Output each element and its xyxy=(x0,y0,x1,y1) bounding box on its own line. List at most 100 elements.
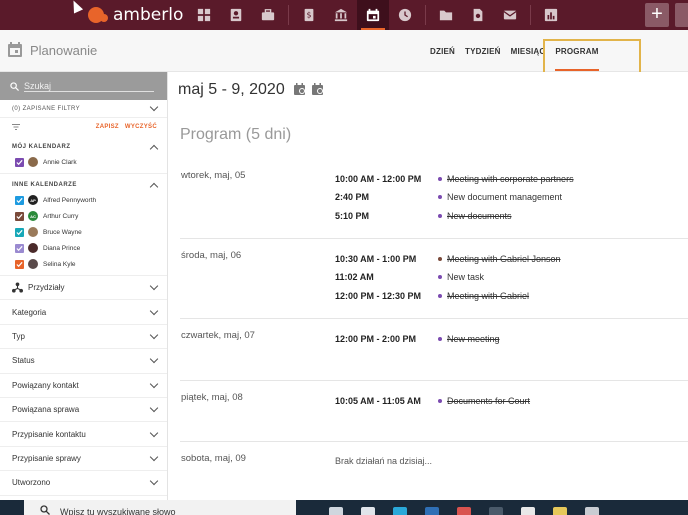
checkbox[interactable] xyxy=(15,195,24,205)
agenda-event[interactable]: 12:00 PM - 2:00 PM New meeting xyxy=(335,332,500,345)
filter-1[interactable]: Kategoria xyxy=(0,300,167,325)
day-block: sobota, maj, 09 Brak działań na dzisiaj..… xyxy=(180,441,688,500)
event-title: Meeting with Gabriel xyxy=(447,290,530,301)
day-block: wtorek, maj, 05 10:00 AM - 12:00 PM Meetin… xyxy=(180,162,688,238)
event-color-dot xyxy=(438,213,442,218)
create-new-button[interactable]: + xyxy=(645,3,669,27)
filter-3[interactable]: Status xyxy=(0,349,167,374)
start-button[interactable] xyxy=(0,500,20,515)
checkbox[interactable] xyxy=(15,227,24,237)
agenda-event[interactable]: 2:40 PM New document management xyxy=(335,191,562,204)
billing-icon[interactable]: $ xyxy=(293,0,325,30)
checkbox[interactable] xyxy=(15,243,24,253)
calendar-next-icon[interactable] xyxy=(312,83,324,95)
tab-day[interactable]: DZIEŃ xyxy=(430,47,455,56)
agenda-event[interactable]: 10:05 AM - 11:05 AM Documents for Court xyxy=(335,394,530,407)
avatar xyxy=(28,259,38,269)
tab-month[interactable]: MIESIĄC xyxy=(511,47,546,56)
clear-filters-button[interactable]: WYCZYŚĆ xyxy=(125,124,157,130)
event-time: 10:00 AM - 12:00 PM xyxy=(335,173,422,184)
save-filters-button[interactable]: ZAPISZ xyxy=(96,124,119,130)
filter-actions: ZAPISZ WYCZYŚĆ xyxy=(0,118,167,136)
day-block: piątek, maj, 08 10:05 AM - 11:05 AM Docume… xyxy=(180,380,688,441)
app-icon[interactable] xyxy=(576,500,608,515)
calendar-item[interactable]: Annie Clark xyxy=(0,154,167,170)
task-view-icon[interactable] xyxy=(320,500,352,515)
agenda-event[interactable]: 10:00 AM - 12:00 PM Meeting with corporat… xyxy=(335,172,574,185)
amberlo-logo[interactable]: amberlo xyxy=(88,5,183,25)
calendar-item[interactable]: AP Alfred Pennyworth xyxy=(0,192,167,208)
calendar-prev-icon[interactable] xyxy=(294,83,306,95)
agenda-event[interactable]: 10:30 AM - 1:00 PM Meeting with Gabriel J… xyxy=(335,252,561,265)
filter-0[interactable]: Przydziały xyxy=(0,276,167,301)
chevron-up-icon xyxy=(149,182,159,191)
taskbar-search[interactable]: Wpisz tu wyszukiwane słowo xyxy=(24,500,296,515)
taskbar-apps xyxy=(320,500,608,515)
saved-filters-label: (0) ZAPISANE FILTRY xyxy=(12,105,81,112)
contacts-icon[interactable] xyxy=(220,0,252,30)
calendar-item[interactable]: Bruce Wayne xyxy=(0,224,167,240)
reports-icon[interactable] xyxy=(535,0,567,30)
filter-5[interactable]: Powiązana sprawa xyxy=(0,398,167,423)
checkbox[interactable] xyxy=(15,157,24,167)
saved-filters-toggle[interactable]: (0) ZAPISANE FILTRY xyxy=(0,100,167,118)
event-color-dot xyxy=(438,293,442,298)
edge-icon[interactable] xyxy=(384,500,416,515)
my-calendar-header[interactable]: MÓJ KALENDARZ xyxy=(0,140,167,154)
filter-8[interactable]: Utworzono xyxy=(0,471,167,496)
check-icon xyxy=(16,229,23,235)
chevron-down-icon xyxy=(149,452,159,462)
user-menu-button[interactable] xyxy=(675,3,688,27)
bank-icon[interactable] xyxy=(325,0,357,30)
calendar-icon[interactable] xyxy=(357,0,389,30)
agenda-event[interactable]: 11:02 AM New task xyxy=(335,271,484,284)
event-title: Documents for Court xyxy=(447,395,531,406)
filter-4[interactable]: Powiązany kontakt xyxy=(0,374,167,398)
app-icon[interactable] xyxy=(512,500,544,515)
dashboard-icon[interactable] xyxy=(188,0,220,30)
agenda-event[interactable]: 12:00 PM - 12:30 PM Meeting with Gabriel xyxy=(335,289,529,302)
search-input[interactable] xyxy=(24,80,154,92)
search-icon xyxy=(10,81,19,91)
checkbox[interactable] xyxy=(15,259,24,269)
chrome-icon[interactable] xyxy=(448,500,480,515)
filter-label: Przypisanie sprawy xyxy=(12,453,81,463)
avatar xyxy=(28,243,38,253)
filter-2[interactable]: Typ xyxy=(0,325,167,350)
calendar-name: Selina Kyle xyxy=(43,260,76,268)
filter-label: Kategoria xyxy=(12,307,47,317)
mail-icon[interactable] xyxy=(494,0,526,30)
avatar: AP xyxy=(28,195,38,205)
other-calendars-header[interactable]: INNE KALENDARZE xyxy=(0,178,167,192)
time-icon[interactable] xyxy=(389,0,421,30)
document-search-icon[interactable] xyxy=(462,0,494,30)
file-explorer-icon[interactable] xyxy=(352,500,384,515)
event-title: New task xyxy=(447,272,485,282)
app-icon[interactable] xyxy=(544,500,576,515)
checkbox[interactable] xyxy=(15,211,24,221)
day-name: środa, maj, 06 xyxy=(181,250,242,261)
day-name: czwartek, maj, 07 xyxy=(181,330,255,341)
tab-week[interactable]: TYDZIEŃ xyxy=(465,47,501,56)
filter-7[interactable]: Przypisanie sprawy xyxy=(0,447,167,472)
day-name: sobota, maj, 09 xyxy=(181,453,246,464)
chevron-down-icon xyxy=(149,477,159,486)
calendar-item[interactable]: AC Arthur Curry xyxy=(0,208,167,224)
search-bar xyxy=(0,72,167,100)
calendar-item[interactable]: Diana Prince xyxy=(0,240,167,256)
briefcase-icon[interactable] xyxy=(252,0,284,30)
folder-icon[interactable] xyxy=(430,0,462,30)
agenda-event[interactable]: 5:10 PM New documents xyxy=(335,209,512,222)
event-time: 12:00 PM - 12:30 PM xyxy=(335,290,422,301)
calendar-item[interactable]: Selina Kyle xyxy=(0,256,167,272)
mail-app-icon[interactable] xyxy=(416,500,448,515)
chevron-down-icon xyxy=(149,403,159,413)
date-range-title: maj 5 - 9, 2020 xyxy=(178,81,285,98)
filter-label: Przypisanie kontaktu xyxy=(12,429,86,439)
app-icon[interactable] xyxy=(480,500,512,515)
check-icon xyxy=(16,245,23,251)
filter-6[interactable]: Przypisanie kontaktu xyxy=(0,422,167,447)
event-time: 5:10 PM xyxy=(335,210,370,221)
filter-sidebar: (0) ZAPISANE FILTRY ZAPISZ WYCZYŚĆ MÓJ K… xyxy=(0,72,168,500)
event-color-dot xyxy=(438,195,442,199)
